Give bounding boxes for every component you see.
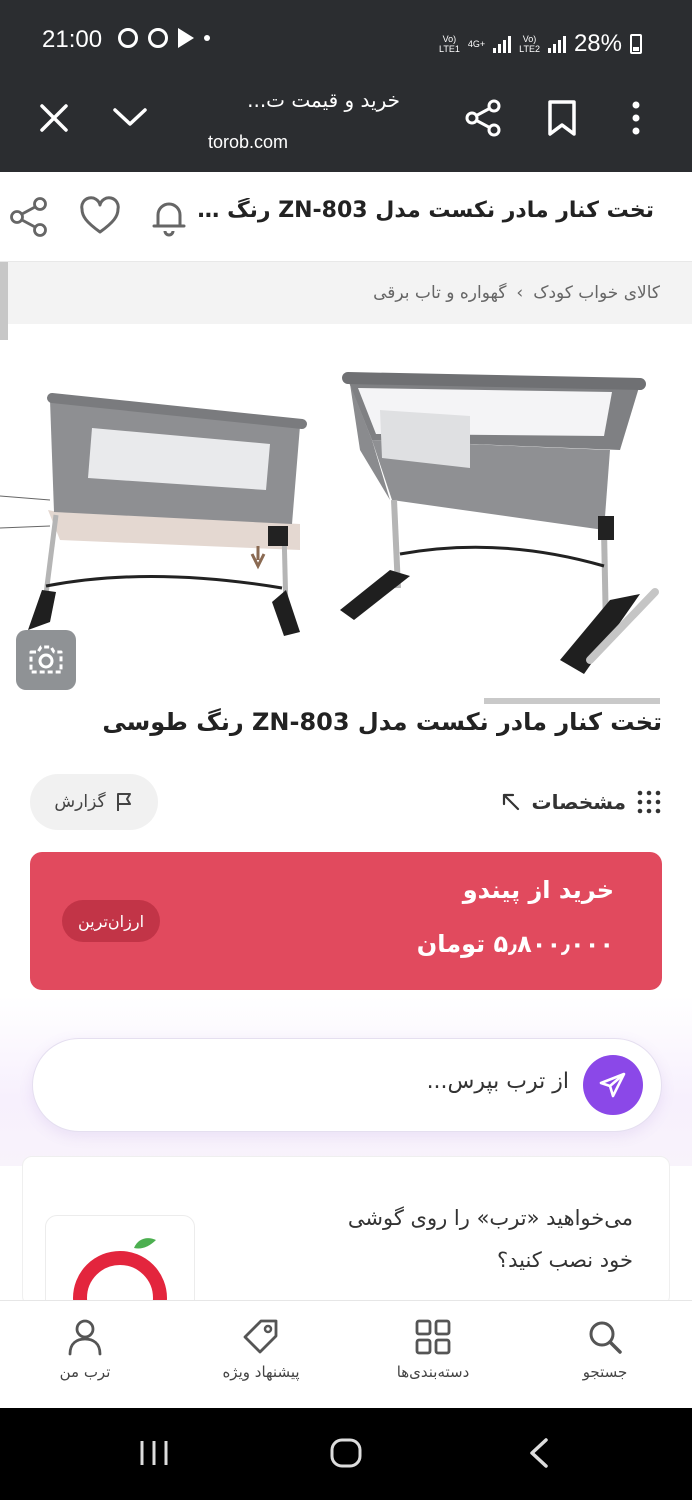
product-image[interactable] <box>0 340 692 696</box>
torob-logo-icon <box>73 1238 167 1305</box>
ask-torob-placeholder: از ترب بپرس... <box>426 1069 569 1094</box>
nav-my-torob-label: ترب من <box>59 1363 111 1381</box>
image-slider-indicator <box>484 698 660 704</box>
install-text: می‌خواهید «ترب» را روی گوشی خود نصب کنید… <box>253 1197 633 1281</box>
ask-torob-input[interactable]: از ترب بپرس... <box>32 1038 662 1132</box>
back-icon[interactable] <box>526 1436 552 1470</box>
signal-icon <box>493 35 512 53</box>
signal-icon-2 <box>547 35 566 53</box>
nav-search-label: جستجو <box>582 1363 628 1381</box>
page-title: تخت کنار مادر نکست مدل ZN-803 رنگ طوسی <box>184 198 654 223</box>
user-icon <box>68 1319 102 1356</box>
install-line-1: می‌خواهید «ترب» را روی گوشی <box>347 1206 633 1230</box>
install-line-2: خود نصب کنید؟ <box>496 1248 633 1272</box>
chrome-icon <box>148 28 168 48</box>
nav-categories[interactable]: دسته‌بندی‌ها <box>368 1317 498 1397</box>
specs-link[interactable]: مشخصات <box>474 782 662 822</box>
home-icon[interactable] <box>328 1436 364 1470</box>
play-store-icon <box>178 28 194 48</box>
product-title: تخت کنار مادر نکست مدل ZN-803 رنگ طوسی <box>102 708 662 736</box>
grid-dots-icon <box>637 790 661 814</box>
bottom-navigation: جستجو دسته‌بندی‌ها پیشنهاد ویژه ترب من <box>0 1300 692 1408</box>
network-label-1: Vo) LTE1 <box>439 34 460 54</box>
search-icon <box>589 1321 622 1354</box>
browser-domain: torob.com <box>208 132 289 152</box>
browser-toolbar: خرید و قیمت ت... torob.com <box>0 80 692 172</box>
breadcrumb-item[interactable]: کالای خواب کودک <box>533 283 660 303</box>
tag-icon <box>243 1319 278 1354</box>
heart-icon[interactable] <box>78 196 122 238</box>
status-bar: 21:00 Vo) LTE1 4G+ Vo) LTE2 28% <box>0 0 692 80</box>
breadcrumb-item[interactable]: گهواره و تاب برقی <box>373 283 506 303</box>
camera-icon <box>29 645 63 674</box>
cheapest-badge: ارزان‌ترین <box>62 900 161 942</box>
recent-apps-icon[interactable] <box>138 1438 170 1468</box>
grid-icon <box>415 1319 451 1355</box>
breadcrumb: کالای خواب کودک › گهواره و تاب برقی <box>0 262 692 324</box>
nav-special-offers[interactable]: پیشنهاد ویژه <box>196 1317 326 1397</box>
status-right: Vo) LTE1 4G+ Vo) LTE2 28% <box>439 30 642 58</box>
close-icon[interactable] <box>36 100 72 136</box>
buy-store-label: خرید از پیندو <box>462 876 614 904</box>
network-label-2: Vo) LTE2 <box>519 34 540 54</box>
share-icon[interactable] <box>464 98 504 138</box>
browser-tab-title: خرید و قیمت ت... <box>247 88 400 112</box>
buy-button[interactable]: خرید از پیندو ۵٫۸۰۰٫۰۰۰ تومان ارزان‌ترین <box>30 852 662 990</box>
battery-icon <box>630 34 642 54</box>
pinterest-icon <box>118 28 138 48</box>
send-button[interactable] <box>583 1055 643 1115</box>
product-photo <box>0 372 659 674</box>
send-icon <box>599 1072 626 1098</box>
page-header: تخت کنار مادر نکست مدل ZN-803 رنگ طوسی <box>0 172 692 262</box>
battery-percent: 28% <box>573 30 622 57</box>
chevron-down-icon[interactable] <box>110 102 150 132</box>
nav-my-torob[interactable]: ترب من <box>20 1317 150 1397</box>
bookmark-icon[interactable] <box>544 98 580 138</box>
network-type: 4G+ <box>467 39 486 49</box>
image-search-button[interactable] <box>16 630 76 690</box>
buy-price: ۵٫۸۰۰٫۰۰۰ تومان <box>416 930 614 958</box>
breadcrumb-separator: › <box>516 283 524 303</box>
more-menu-icon[interactable] <box>626 100 646 136</box>
more-notifications-icon <box>204 35 210 41</box>
flag-icon <box>116 793 131 811</box>
scroll-indicator <box>0 262 8 346</box>
system-navigation-bar <box>0 1408 692 1500</box>
bell-icon[interactable] <box>148 196 190 238</box>
share-icon[interactable] <box>8 196 50 238</box>
nav-special-offers-label: پیشنهاد ویژه <box>222 1363 300 1381</box>
report-label: گزارش <box>54 792 106 812</box>
nav-search[interactable]: جستجو <box>540 1317 670 1397</box>
nav-categories-label: دسته‌بندی‌ها <box>396 1363 470 1381</box>
specs-label: مشخصات <box>531 790 626 814</box>
install-app-card[interactable]: می‌خواهید «ترب» را روی گوشی خود نصب کنید… <box>22 1156 670 1306</box>
report-button[interactable]: گزارش <box>30 774 158 830</box>
arrow-up-left-icon <box>502 793 519 811</box>
status-time: 21:00 <box>42 26 103 53</box>
status-notification-icons <box>118 28 210 48</box>
torob-app-logo <box>45 1215 195 1305</box>
